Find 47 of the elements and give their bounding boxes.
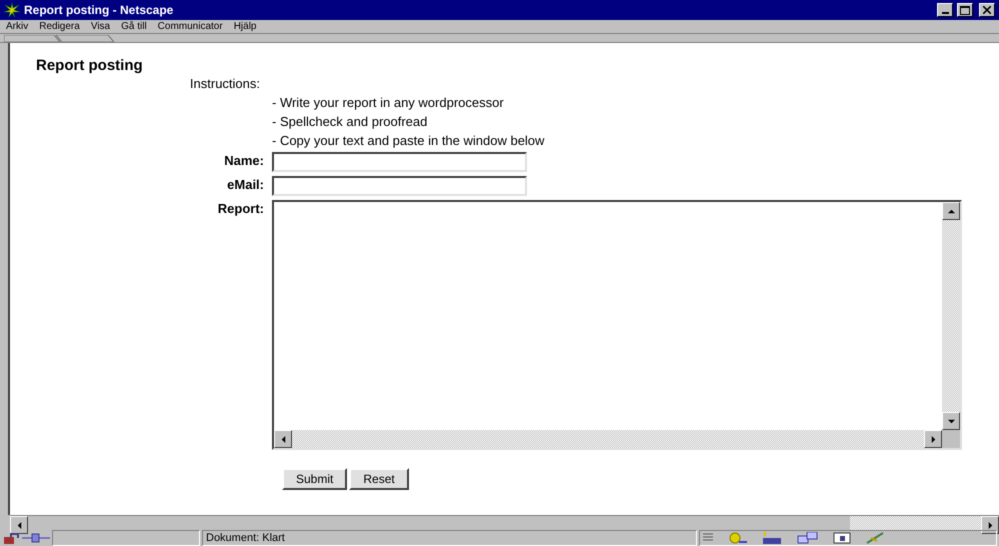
- field-label: Report:: [218, 201, 264, 216]
- field-label: Name:: [224, 153, 264, 168]
- scroll-right-button[interactable]: [924, 430, 942, 448]
- pen-icon[interactable]: [865, 532, 885, 544]
- field-label: eMail:: [227, 177, 264, 192]
- minimize-button[interactable]: [937, 3, 953, 17]
- close-button[interactable]: [979, 3, 995, 17]
- menu-item[interactable]: Redigera: [39, 21, 80, 32]
- window-title: Report posting - Netscape: [24, 3, 174, 17]
- scroll-left-button[interactable]: [10, 516, 28, 534]
- list-icon[interactable]: [703, 533, 713, 543]
- instructions-label: Instructions:: [190, 75, 260, 93]
- status-text: Dokument: Klart: [206, 532, 285, 544]
- scroll-left-button[interactable]: [274, 430, 292, 448]
- maximize-icon: [960, 6, 970, 14]
- close-icon: [983, 6, 991, 14]
- scroll-down-button[interactable]: [942, 412, 960, 430]
- menu-item[interactable]: Gå till: [121, 21, 147, 32]
- instruction-line: - Write your report in any wordprocessor: [272, 94, 504, 112]
- input-field[interactable]: [272, 176, 527, 196]
- card-icon[interactable]: [833, 532, 851, 544]
- reset-button[interactable]: Reset: [349, 468, 409, 490]
- instruction-line: - Spellcheck and proofread: [272, 113, 428, 131]
- up-arrow-icon: [948, 208, 954, 214]
- plug-icon: [22, 533, 50, 543]
- submit-button[interactable]: Submit: [282, 468, 348, 490]
- horizontal-scrollbar[interactable]: [274, 430, 942, 448]
- toolbar-tabs-icon[interactable]: [4, 34, 114, 42]
- scroll-right-button[interactable]: [981, 516, 999, 534]
- left-arrow-icon: [16, 522, 22, 528]
- menu-item[interactable]: Visa: [90, 21, 110, 32]
- menu-item[interactable]: Arkiv: [6, 21, 28, 32]
- menu-item[interactable]: Hjälp: [234, 21, 256, 32]
- input-field[interactable]: [272, 152, 527, 172]
- menu-item[interactable]: Communicator: [158, 21, 223, 32]
- down-arrow-icon: [948, 418, 954, 424]
- scroll-up-button[interactable]: [942, 202, 960, 220]
- left-arrow-icon: [280, 436, 286, 442]
- page-heading: Report posting: [36, 57, 144, 75]
- maximize-button[interactable]: [957, 3, 973, 17]
- chat-icon[interactable]: [797, 532, 819, 544]
- instruction-line: - Copy your text and paste in the window below: [272, 132, 544, 150]
- right-arrow-icon: [930, 436, 936, 442]
- vertical-scrollbar[interactable]: [942, 202, 960, 430]
- star-logo-icon: [4, 3, 20, 17]
- right-arrow-icon: [986, 522, 994, 528]
- scrollbar-corner: [942, 430, 960, 448]
